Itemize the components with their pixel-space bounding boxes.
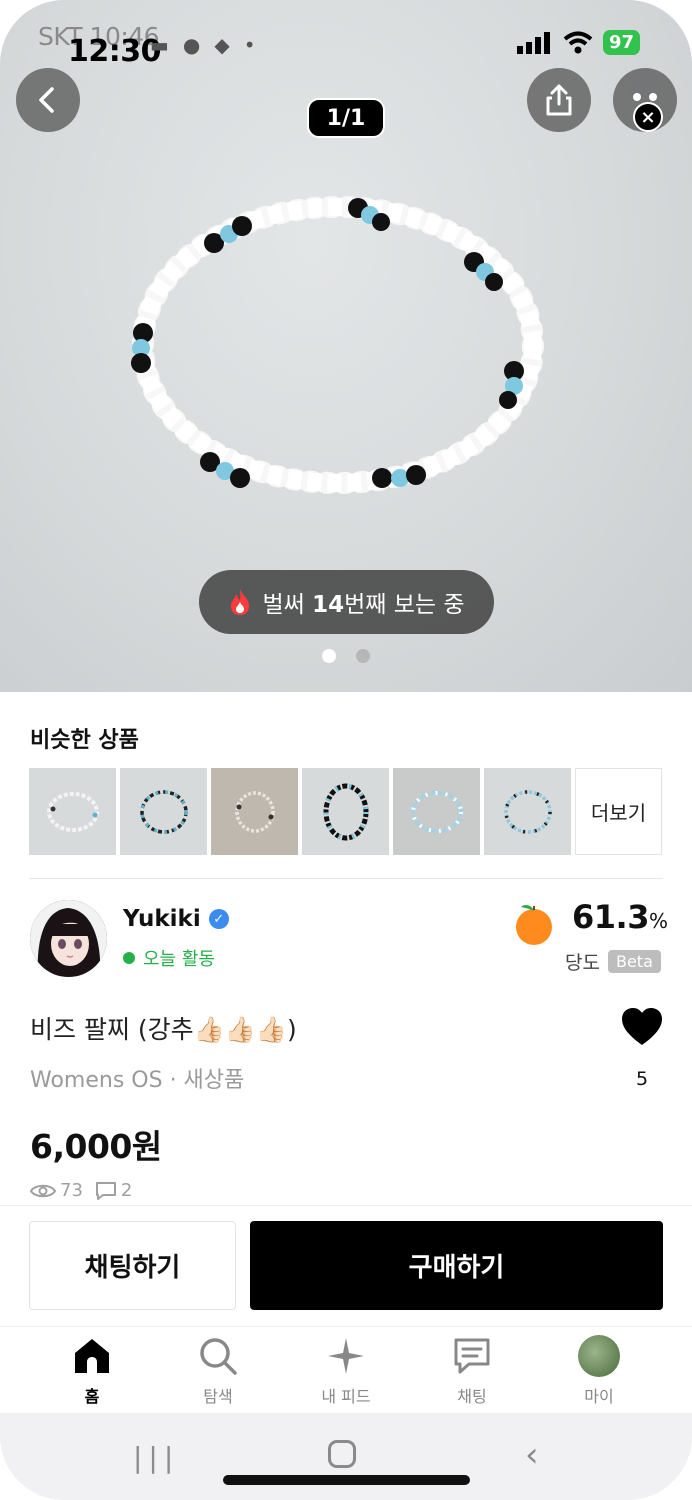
tab-search-label: 탐색 <box>203 1387 233 1406</box>
bracelet-thumb-image <box>410 790 463 833</box>
tab-home[interactable]: 홈 <box>42 1335 142 1407</box>
status-notification-icons: ▬ ● ◆ • <box>150 33 256 57</box>
see-more-button[interactable]: 더보기 <box>575 768 662 855</box>
seller-name[interactable]: Yukiki <box>123 906 201 932</box>
tab-feed-label: 내 피드 <box>321 1387 371 1406</box>
section-divider <box>29 878 663 879</box>
similar-product-thumb[interactable] <box>211 768 298 855</box>
chat-icon <box>454 1338 490 1374</box>
tab-feed[interactable]: 내 피드 <box>296 1335 396 1407</box>
similar-product-thumb[interactable] <box>484 768 571 855</box>
wifi-icon <box>563 31 593 53</box>
profile-avatar <box>578 1335 620 1377</box>
fire-icon <box>231 589 250 615</box>
recent-apps-icon[interactable]: ||| <box>133 1441 179 1474</box>
bottom-tab-bar: 홈 탐색 내 피드 채팅 마이 <box>0 1326 692 1413</box>
purchase-action-bar: 채팅하기 구매하기 <box>0 1205 692 1325</box>
comments-stat: 2 <box>95 1180 132 1201</box>
tab-my[interactable]: 마이 <box>549 1335 649 1407</box>
sparkle-icon <box>328 1338 364 1374</box>
sleep-icon: ▬ <box>150 33 169 57</box>
similar-product-thumb[interactable] <box>120 768 207 855</box>
tab-search[interactable]: 탐색 <box>168 1335 268 1407</box>
status-system-icons: 97 <box>516 30 640 55</box>
share-icon <box>546 84 572 116</box>
bracelet-thumb-image <box>234 790 275 833</box>
seller-avatar[interactable] <box>30 900 107 977</box>
sweetness-label: 당도 <box>565 952 600 974</box>
talk-icon: ● <box>182 33 201 57</box>
assistant-button[interactable]: × <box>613 68 677 132</box>
similar-product-thumb[interactable] <box>393 768 480 855</box>
similar-products-title: 비슷한 상품 <box>30 728 139 753</box>
image-page-counter: 1/1 <box>307 98 385 138</box>
pagination-dot[interactable] <box>356 649 370 663</box>
share-button[interactable] <box>527 68 591 132</box>
system-back-icon[interactable]: ‹ <box>525 1435 539 1475</box>
battery-indicator: 97 <box>602 30 640 55</box>
home-icon <box>75 1339 109 1373</box>
like-count: 5 <box>635 1068 649 1090</box>
close-icon[interactable]: × <box>633 102 663 132</box>
product-meta: Womens OS · 새상품 <box>30 1068 245 1093</box>
views-stat: 73 <box>30 1180 83 1201</box>
product-title: 비즈 팔찌 (강추👍🏻👍🏻👍🏻) <box>30 1015 297 1044</box>
status-bar: SKT 10:46 12:30 ▬ ● ◆ • 97 <box>0 0 692 70</box>
bracelet-thumb-image <box>323 783 368 840</box>
activity-text: 오늘 활동 <box>143 949 215 970</box>
buy-button[interactable]: 구매하기 <box>250 1221 663 1310</box>
orange-icon <box>516 905 552 945</box>
sweetness-label-row[interactable]: 당도 Beta <box>565 948 661 975</box>
system-home-icon[interactable] <box>328 1440 356 1468</box>
system-navigation-bar: ||| ‹ <box>0 1413 692 1500</box>
tab-my-label: 마이 <box>584 1387 614 1406</box>
sweetness-score[interactable]: 61.3% <box>572 898 668 936</box>
bracelet-thumb-image <box>503 789 552 834</box>
seller-name-row[interactable]: Yukiki ✓ <box>123 906 229 932</box>
app-icon: ◆ <box>214 33 230 57</box>
similar-product-thumb[interactable] <box>29 768 116 855</box>
bracelet-thumb-image <box>46 791 99 832</box>
chat-button[interactable]: 채팅하기 <box>29 1221 236 1310</box>
online-status-dot <box>123 952 135 964</box>
beta-badge: Beta <box>607 950 661 973</box>
signal-icon <box>516 31 550 54</box>
verified-badge-icon: ✓ <box>208 909 229 929</box>
heart-icon[interactable] <box>620 1007 664 1047</box>
tab-home-label: 홈 <box>84 1387 100 1406</box>
search-icon <box>200 1338 237 1375</box>
phone-screen: SKT 10:46 12:30 ▬ ● ◆ • 97 1/1 × 벌써 14번째… <box>0 0 692 1500</box>
eye-icon <box>30 1184 56 1197</box>
bracelet-thumb-image <box>139 789 188 834</box>
home-indicator[interactable] <box>223 1475 470 1485</box>
similar-product-thumb[interactable] <box>302 768 389 855</box>
product-stats: 73 2 <box>30 1180 132 1201</box>
status-time: 12:30 <box>68 34 162 69</box>
pagination-dot-active[interactable] <box>322 649 336 663</box>
dot-icon: • <box>243 33 256 57</box>
comment-icon <box>95 1181 116 1200</box>
viewers-text: 벌써 14번째 보는 중 <box>262 592 465 618</box>
seller-activity-status: 오늘 활동 <box>123 945 215 971</box>
product-price: 6,000원 <box>30 1127 162 1166</box>
chevron-left-icon <box>39 87 54 113</box>
product-image[interactable]: SKT 10:46 12:30 ▬ ● ◆ • 97 1/1 × 벌써 14번째… <box>0 0 692 692</box>
image-pagination-dots <box>322 649 370 663</box>
tab-chat-label: 채팅 <box>457 1387 487 1406</box>
back-button[interactable] <box>16 68 80 132</box>
viewers-badge: 벌써 14번째 보는 중 <box>199 570 494 634</box>
seller-avatar-image <box>30 900 107 977</box>
similar-products-list: 더보기 <box>29 768 662 855</box>
tab-chat[interactable]: 채팅 <box>422 1335 522 1407</box>
